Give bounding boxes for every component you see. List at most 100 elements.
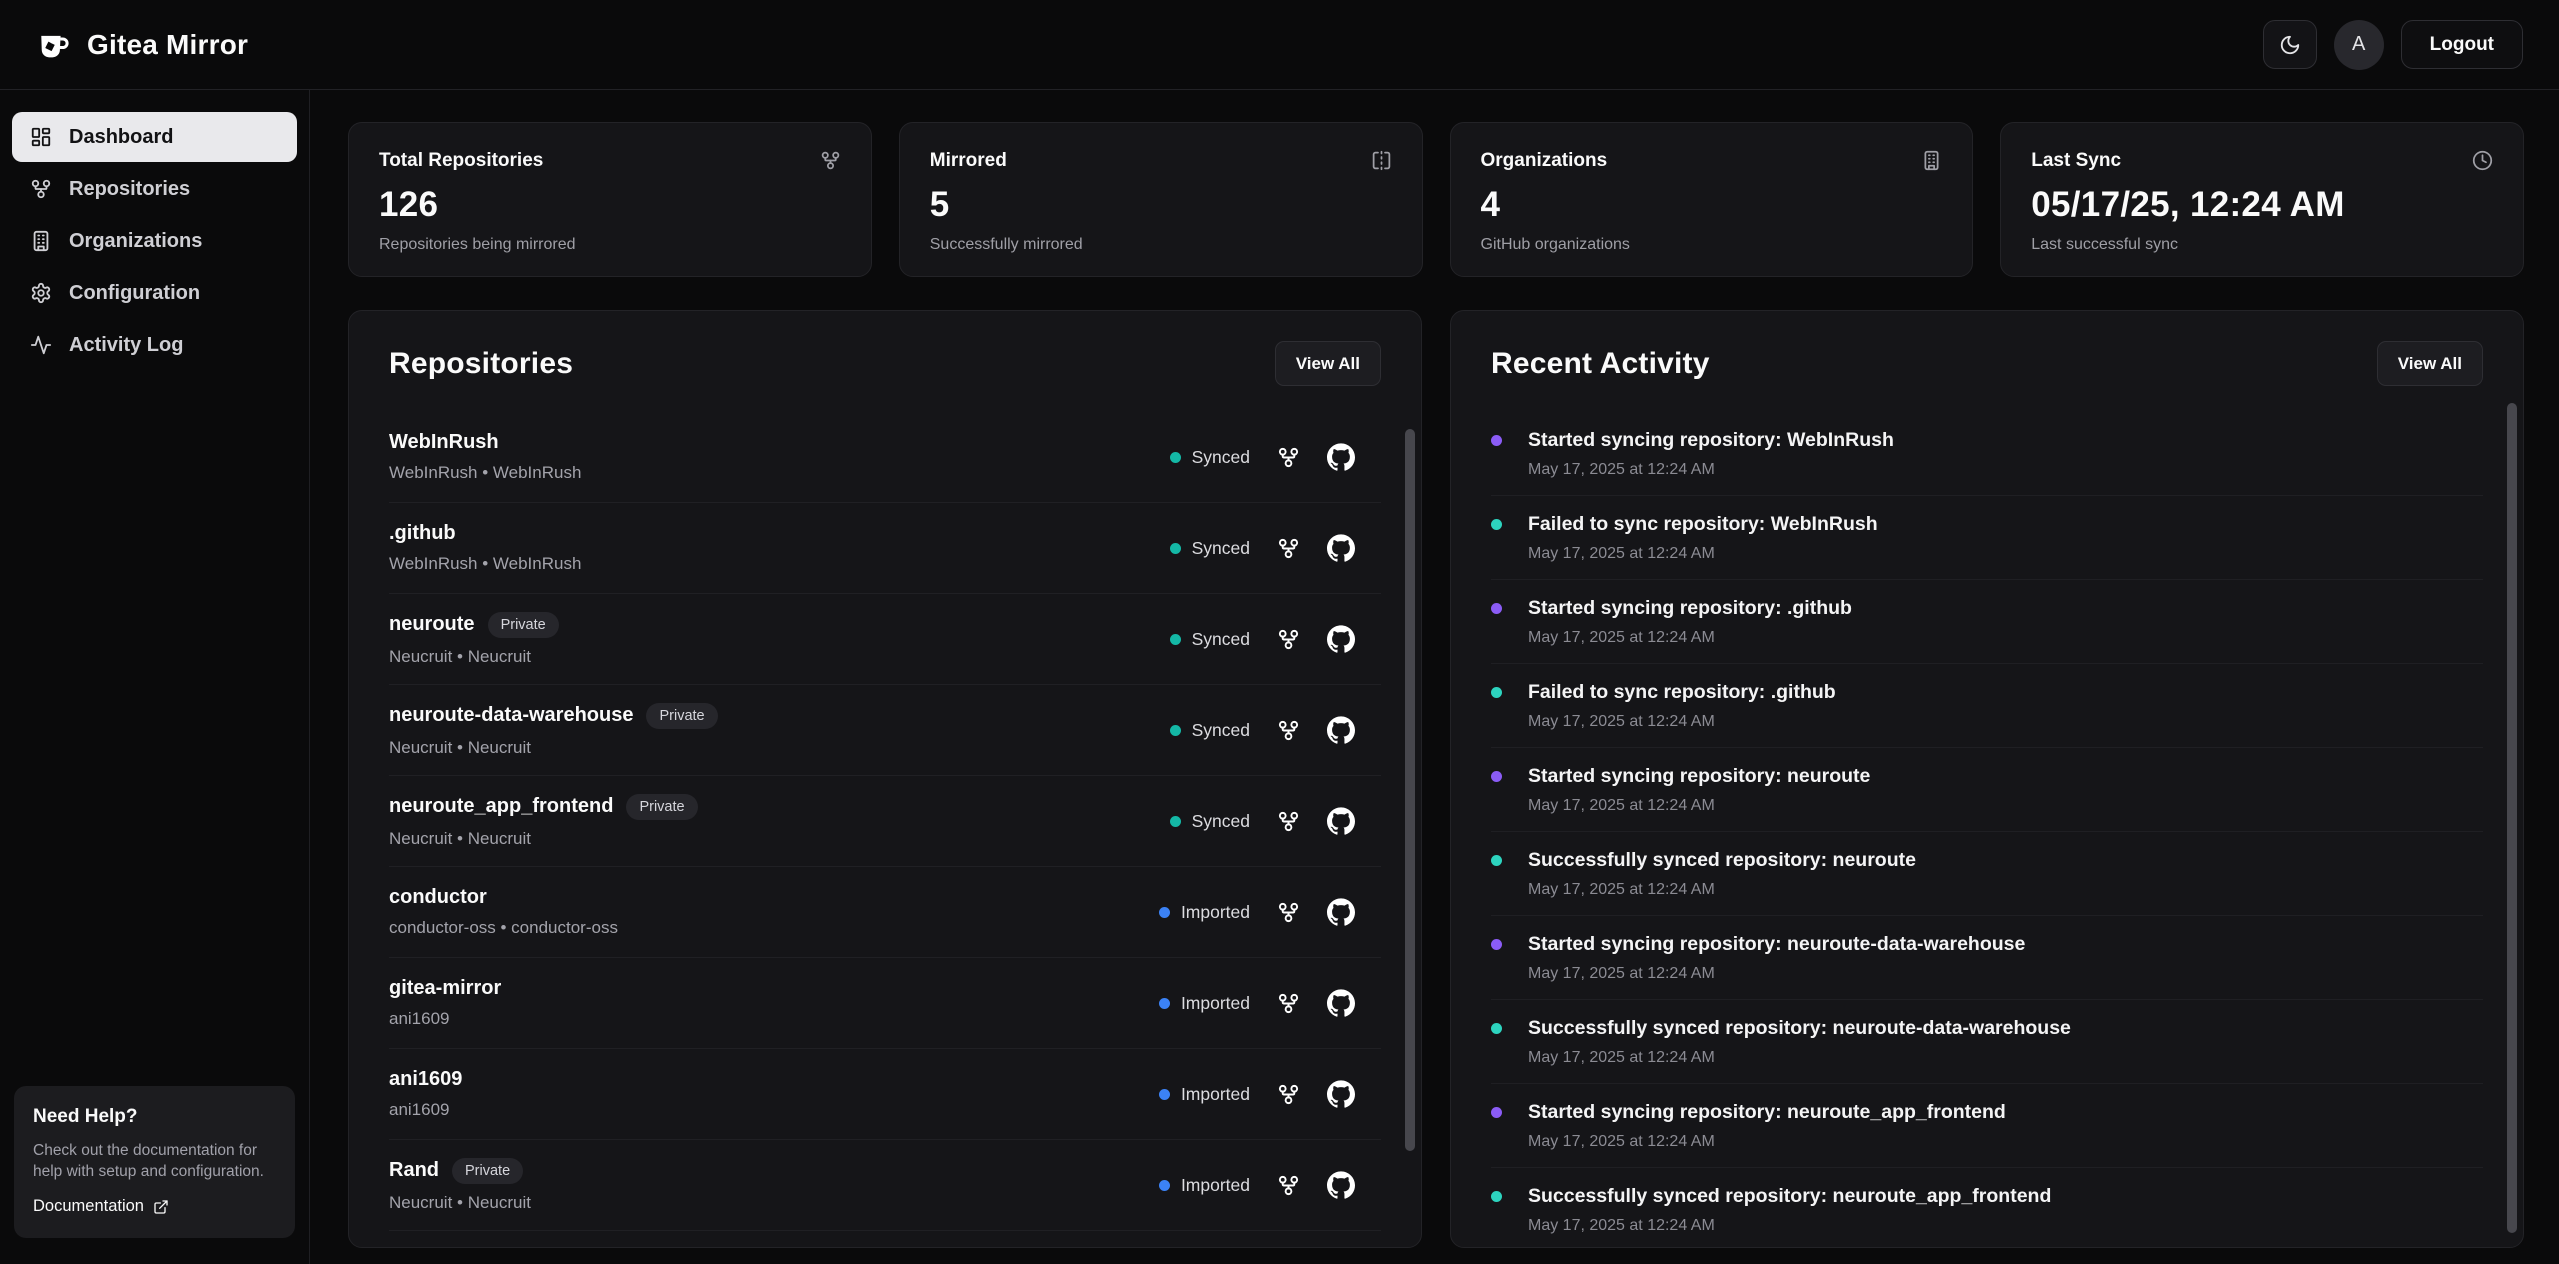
activity-dot: [1491, 435, 1502, 446]
activity-row[interactable]: Started syncing repository: neuroute_app…: [1491, 1084, 2483, 1168]
git-fork-icon[interactable]: [1277, 992, 1300, 1015]
dashboard-icon: [30, 126, 52, 148]
github-icon[interactable]: [1327, 989, 1355, 1017]
repo-row[interactable]: WebInRush Private WebInRush • WebInRush …: [389, 412, 1381, 503]
activity-row[interactable]: Started syncing repository: WebInRush Ma…: [1491, 412, 2483, 496]
sidebar-item-organizations[interactable]: Organizations: [12, 216, 297, 266]
repo-row[interactable]: neuroute_app_frontend Private Neucruit •…: [389, 776, 1381, 867]
activity-timestamp: May 17, 2025 at 12:24 AM: [1528, 545, 1878, 563]
repo-row[interactable]: ani1609 Private ani1609 Imported: [389, 1049, 1381, 1140]
repositories-title: Repositories: [389, 347, 573, 381]
github-icon[interactable]: [1327, 1080, 1355, 1108]
activity-dot: [1491, 1191, 1502, 1202]
activity-row[interactable]: Started syncing repository: neuroute-dat…: [1491, 916, 2483, 1000]
repo-owner: ani1609: [389, 1100, 462, 1120]
activity-timestamp: May 17, 2025 at 12:24 AM: [1528, 797, 1870, 815]
avatar-letter: A: [2352, 33, 2365, 56]
activity-dot: [1491, 771, 1502, 782]
git-fork-icon[interactable]: [1277, 446, 1300, 469]
git-fork-icon[interactable]: [1277, 1083, 1300, 1106]
status-label: Imported: [1181, 993, 1250, 1014]
stat-label: Mirrored: [930, 150, 1007, 172]
repo-owner: WebInRush • WebInRush: [389, 463, 581, 483]
github-icon[interactable]: [1327, 898, 1355, 926]
stat-subtitle: Repositories being mirrored: [379, 236, 841, 254]
status-badge: Imported: [1159, 993, 1250, 1014]
stat-cards: Total Repositories 126 Repositories bein…: [348, 122, 2524, 277]
github-icon[interactable]: [1327, 716, 1355, 744]
github-icon[interactable]: [1327, 534, 1355, 562]
repo-row[interactable]: .github Private WebInRush • WebInRush Sy…: [389, 503, 1381, 594]
activity-text: Failed to sync repository: WebInRush: [1528, 513, 1878, 536]
activity-view-all-button[interactable]: View All: [2377, 341, 2483, 386]
github-icon[interactable]: [1327, 1171, 1355, 1199]
activity-text: Successfully synced repository: neuroute…: [1528, 1185, 2051, 1208]
stat-value: 5: [930, 185, 1392, 225]
documentation-link[interactable]: Documentation: [33, 1197, 169, 1216]
status-label: Imported: [1181, 1175, 1250, 1196]
theme-toggle-button[interactable]: [2263, 20, 2317, 69]
activity-scrollbar[interactable]: [2507, 403, 2517, 1233]
external-link-icon: [153, 1199, 169, 1215]
status-badge: Imported: [1159, 1084, 1250, 1105]
sidebar-item-label: Organizations: [69, 230, 202, 253]
sidebar-item-dashboard[interactable]: Dashboard: [12, 112, 297, 162]
activity-text: Started syncing repository: .github: [1528, 597, 1852, 620]
activity-timestamp: May 17, 2025 at 12:24 AM: [1528, 1217, 2051, 1235]
git-fork-icon[interactable]: [1277, 537, 1300, 560]
sidebar-item-label: Repositories: [69, 178, 190, 201]
repo-row[interactable]: neuroute-data-warehouse Private Neucruit…: [389, 685, 1381, 776]
sidebar-item-label: Activity Log: [69, 334, 183, 357]
stat-card-mirrored: Mirrored 5 Successfully mirrored: [899, 122, 1423, 277]
activity-row[interactable]: Started syncing repository: .github May …: [1491, 580, 2483, 664]
flip-horizontal-icon: [1371, 150, 1392, 171]
git-fork-icon[interactable]: [1277, 1174, 1300, 1197]
sidebar-item-activity-log[interactable]: Activity Log: [12, 320, 297, 370]
git-fork-icon[interactable]: [1277, 901, 1300, 924]
status-dot: [1170, 543, 1181, 554]
git-fork-icon[interactable]: [1277, 719, 1300, 742]
git-fork-icon[interactable]: [1277, 810, 1300, 833]
github-icon[interactable]: [1327, 443, 1355, 471]
repo-row[interactable]: gitea-mirror Private ani1609 Imported: [389, 958, 1381, 1049]
activity-text: Started syncing repository: neuroute_app…: [1528, 1101, 2006, 1124]
repo-name: WebInRush: [389, 431, 499, 454]
repositories-view-all-button[interactable]: View All: [1275, 341, 1381, 386]
repo-row[interactable]: conductor Private conductor-oss • conduc…: [389, 867, 1381, 958]
sidebar-item-configuration[interactable]: Configuration: [12, 268, 297, 318]
git-fork-icon: [30, 178, 52, 200]
sidebar: Dashboard Repositories Organizations Con…: [0, 90, 310, 1264]
activity-text: Started syncing repository: WebInRush: [1528, 429, 1894, 452]
avatar[interactable]: A: [2334, 20, 2384, 70]
repo-owner: ani1609: [389, 1009, 501, 1029]
git-fork-icon[interactable]: [1277, 628, 1300, 651]
status-label: Imported: [1181, 902, 1250, 923]
github-icon[interactable]: [1327, 807, 1355, 835]
status-dot: [1159, 907, 1170, 918]
github-icon[interactable]: [1327, 625, 1355, 653]
activity-dot: [1491, 687, 1502, 698]
sidebar-item-repositories[interactable]: Repositories: [12, 164, 297, 214]
activity-timestamp: May 17, 2025 at 12:24 AM: [1528, 1133, 2006, 1151]
recent-activity-panel: Recent Activity View All Started syncing…: [1450, 310, 2524, 1248]
repo-name: conductor: [389, 886, 487, 909]
status-label: Synced: [1192, 811, 1250, 832]
activity-row[interactable]: Successfully synced repository: neuroute…: [1491, 1168, 2483, 1248]
activity-row[interactable]: Failed to sync repository: WebInRush May…: [1491, 496, 2483, 580]
activity-text: Failed to sync repository: .github: [1528, 681, 1836, 704]
logout-button[interactable]: Logout: [2401, 20, 2523, 69]
activity-timestamp: May 17, 2025 at 12:24 AM: [1528, 1049, 2071, 1067]
activity-row[interactable]: Started syncing repository: neuroute May…: [1491, 748, 2483, 832]
activity-row[interactable]: Successfully synced repository: neuroute…: [1491, 832, 2483, 916]
building-icon: [1921, 150, 1942, 171]
repositories-scrollbar[interactable]: [1405, 429, 1415, 1151]
activity-row[interactable]: Successfully synced repository: neuroute…: [1491, 1000, 2483, 1084]
activity-row[interactable]: Failed to sync repository: .github May 1…: [1491, 664, 2483, 748]
repo-row[interactable]: Rand Private Neucruit • Neucruit Importe…: [389, 1140, 1381, 1231]
repo-row[interactable]: neuroute Private Neucruit • Neucruit Syn…: [389, 594, 1381, 685]
private-badge: Private: [452, 1158, 523, 1184]
repo-name: .github: [389, 522, 456, 545]
status-label: Synced: [1192, 720, 1250, 741]
repo-name: neuroute-data-warehouse: [389, 704, 633, 727]
repositories-list: WebInRush Private WebInRush • WebInRush …: [389, 412, 1381, 1231]
